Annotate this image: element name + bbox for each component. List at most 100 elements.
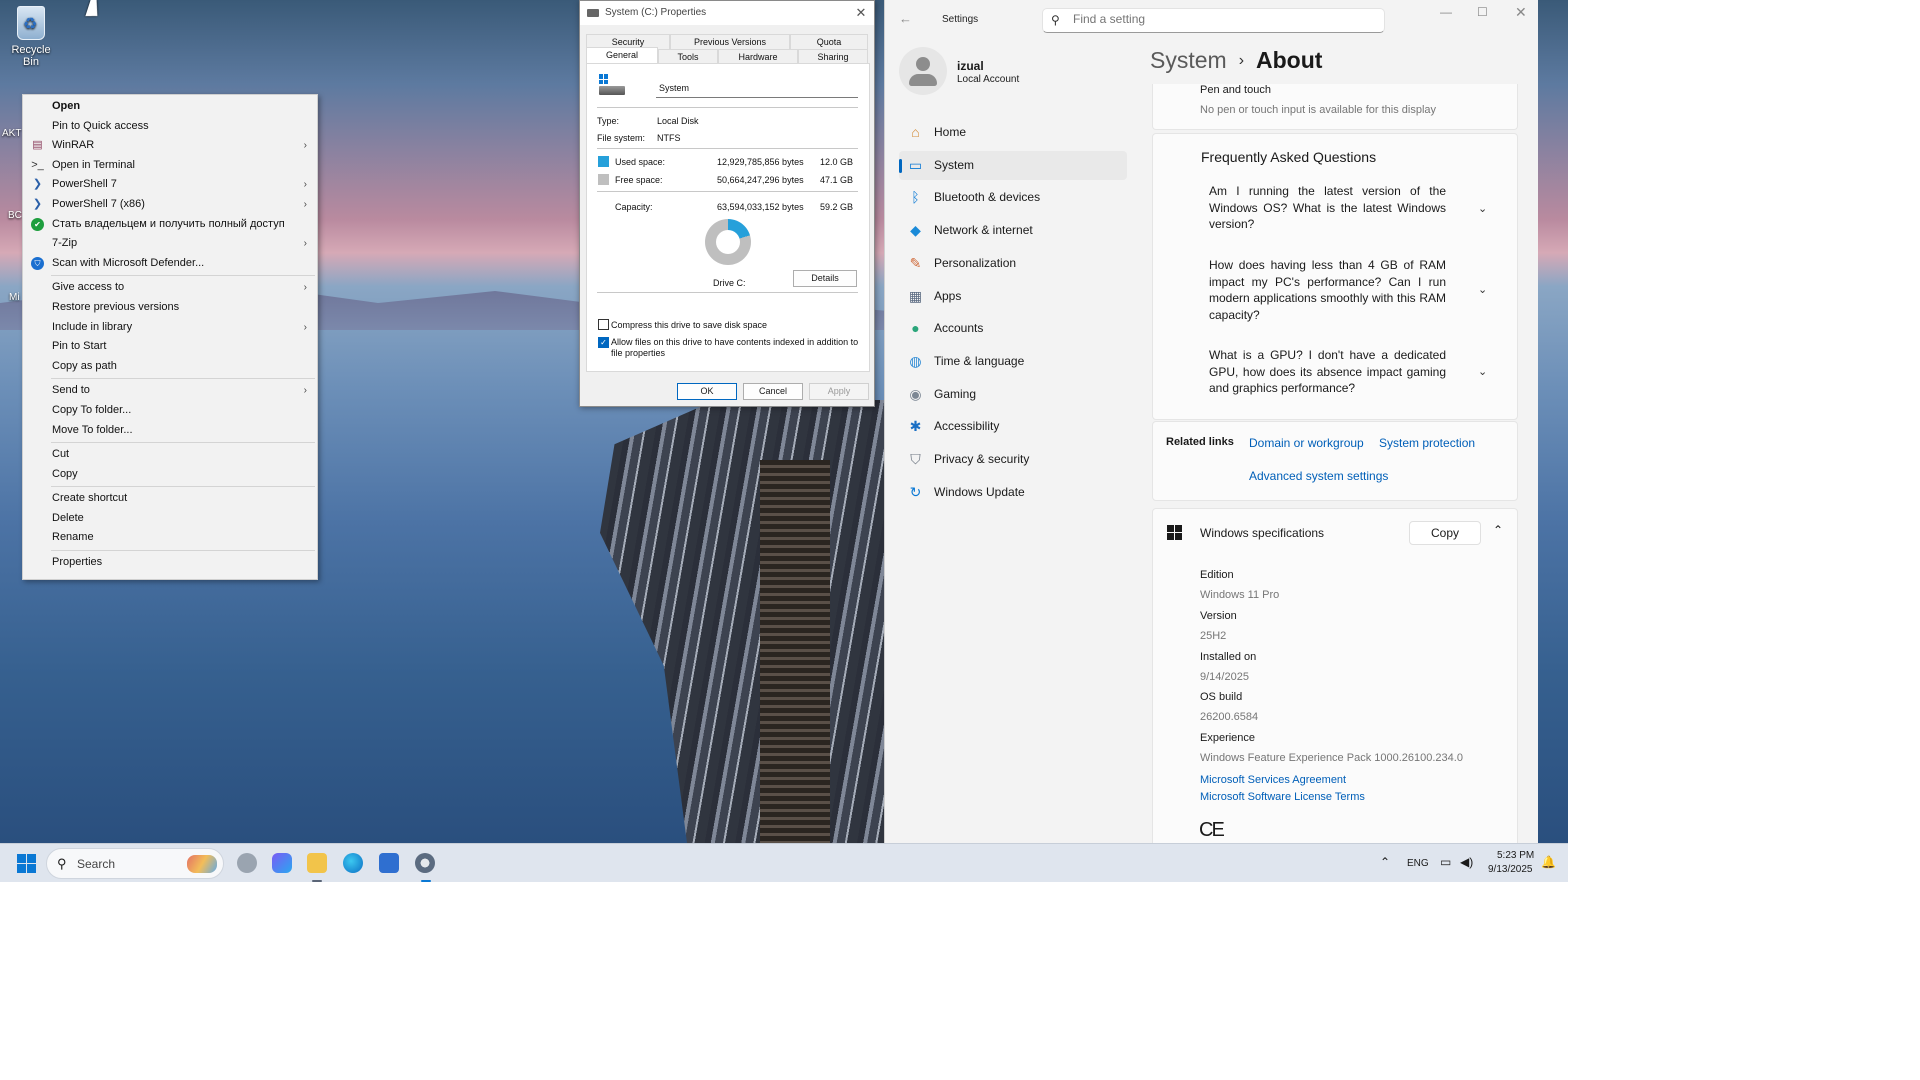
tab-hardware[interactable]: Hardware [718,49,798,64]
cancel-button[interactable]: Cancel [743,383,803,400]
volume-icon[interactable]: ◀) [1460,855,1473,869]
faq-question-1[interactable]: Am I running the latest version of the W… [1209,183,1446,233]
tab-tools[interactable]: Tools [658,49,718,64]
context-menu-item[interactable]: Delete [23,509,317,529]
language-indicator[interactable]: ENG [1407,858,1429,869]
context-menu-item[interactable]: Properties [23,553,317,573]
desktop-partial-label-2[interactable]: BC [8,210,22,221]
context-menu-item[interactable]: Send to › [23,381,317,401]
widgets-icon[interactable] [272,853,292,873]
store-icon[interactable] [379,853,399,873]
nav-item[interactable]: ⌂ Home [899,118,1127,147]
tab-quota[interactable]: Quota [790,34,868,49]
index-checkbox[interactable]: ✓ [598,337,609,348]
tab-general[interactable]: General [586,47,658,64]
nav-item[interactable]: ᛒ Bluetooth & devices [899,183,1127,212]
notification-bell-icon[interactable]: 🔔 [1541,855,1556,869]
faq-question-3[interactable]: What is a GPU? I don't have a dedicated … [1209,347,1446,397]
drive-name-field[interactable] [656,79,858,98]
context-menu-item-label: Pin to Start [52,340,107,353]
capacity-label: Capacity: [615,202,653,212]
copy-button[interactable]: Copy [1409,521,1481,545]
compress-checkbox[interactable] [598,319,609,330]
context-menu-item[interactable]: Copy [23,465,317,485]
close-window-icon[interactable]: ✕ [1515,4,1527,21]
nav-item-label: Gaming [934,386,977,401]
clock-time[interactable]: 5:23 PM [1497,850,1534,861]
network-icon[interactable]: ▭ [1440,855,1451,869]
link-system-protection[interactable]: System protection [1379,436,1475,450]
context-menu-item[interactable]: ✔ Стать владельцем и получить полный дост… [23,215,317,235]
avatar[interactable] [899,47,947,95]
chevron-up-icon[interactable]: ⌃ [1493,523,1503,537]
context-menu-item[interactable]: Pin to Quick access [23,117,317,137]
context-menu-item[interactable]: Include in library › [23,318,317,338]
context-menu-item[interactable]: ⛉ Scan with Microsoft Defender... [23,254,317,274]
faq-question-2[interactable]: How does having less than 4 GB of RAM im… [1209,257,1446,323]
tab-sharing[interactable]: Sharing [798,49,868,64]
link-advanced-system-settings[interactable]: Advanced system settings [1249,469,1388,483]
close-icon[interactable]: ✕ [848,1,874,25]
link-domain-workgroup[interactable]: Domain or workgroup [1249,436,1364,450]
desktop-partial-label-3[interactable]: Mi [9,292,20,303]
copilot-icon[interactable] [237,853,257,873]
dialog-title-bar[interactable]: System (C:) Properties ✕ [580,1,874,25]
context-menu-item[interactable]: Move To folder... [23,421,317,441]
nav-item[interactable]: ▦ Apps [899,282,1127,311]
nav-item-label: Accounts [934,321,984,336]
nav-item[interactable]: ◉ Gaming [899,380,1127,409]
context-menu-item[interactable]: Cut [23,445,317,465]
context-menu-item[interactable]: ❯ PowerShell 7 (x86) › [23,195,317,215]
nav-item[interactable]: ✱ Accessibility [899,412,1127,441]
recycle-bin-desktop-icon[interactable]: Recycle Bin [2,6,60,68]
context-menu-item[interactable]: 7-Zip › [23,234,317,254]
minimize-icon[interactable]: — [1440,5,1452,19]
user-account-type: Local Account [957,74,1020,85]
chevron-down-icon[interactable]: ⌄ [1478,365,1487,378]
settings-search-input[interactable] [1073,12,1373,26]
context-menu-item[interactable]: Copy To folder... [23,401,317,421]
link-license-terms[interactable]: Microsoft Software License Terms [1200,791,1365,803]
apply-button[interactable]: Apply [809,383,869,400]
start-button-windows-icon[interactable] [17,854,36,873]
back-arrow-icon[interactable]: ← [899,11,912,26]
nav-item[interactable]: ▭ System [899,150,1127,180]
link-services-agreement[interactable]: Microsoft Services Agreement [1200,774,1346,786]
context-menu-item[interactable]: ❯ PowerShell 7 › [23,175,317,195]
taskbar-search-box[interactable]: ⚲ Search [46,848,224,879]
context-menu-item[interactable]: Pin to Start [23,337,317,357]
used-color-swatch [598,156,609,167]
clock-date[interactable]: 9/13/2025 [1488,864,1533,875]
breadcrumb-parent[interactable]: System [1150,47,1227,73]
chevron-down-icon[interactable]: ⌄ [1478,202,1487,215]
file-explorer-icon[interactable] [307,853,327,873]
ok-button[interactable]: OK [677,383,737,400]
context-menu-item[interactable]: ▤ WinRAR › [23,136,317,156]
context-menu-item[interactable]: Restore previous versions [23,298,317,318]
context-menu-item-label: Scan with Microsoft Defender... [52,256,205,269]
context-menu-item[interactable]: Give access to › [23,278,317,298]
tab-previous-versions[interactable]: Previous Versions [670,34,790,49]
nav-item[interactable]: ↻ Windows Update [899,478,1127,507]
edge-browser-icon[interactable] [343,853,363,873]
settings-app-title: Settings [942,14,979,25]
nav-item[interactable]: ✎ Personalization [899,249,1127,278]
nav-item[interactable]: ⛉ Privacy & security [899,445,1127,474]
context-menu-item[interactable]: Rename [23,528,317,548]
chevron-down-icon[interactable]: ⌄ [1478,283,1487,296]
spec-value: Windows 11 Pro [1200,589,1280,601]
nav-item[interactable]: ◆ Network & internet [899,216,1127,245]
context-menu-item[interactable]: Create shortcut [23,489,317,509]
chevron-up-icon[interactable]: ⌃ [1380,855,1390,869]
context-menu-item[interactable]: Open [23,97,317,117]
settings-search-box[interactable]: ⚲ [1042,8,1385,33]
desktop-partial-label-1[interactable]: AKT [2,128,21,139]
settings-gear-icon[interactable] [415,853,435,873]
nav-item-label: Time & language [934,353,1025,368]
nav-item[interactable]: ● Accounts [899,314,1127,343]
context-menu-item[interactable]: >_ Open in Terminal [23,156,317,176]
nav-item[interactable]: ◍ Time & language [899,347,1127,376]
context-menu-item[interactable]: Copy as path [23,357,317,377]
details-button[interactable]: Details [793,270,857,287]
maximize-icon[interactable]: ☐ [1477,5,1488,19]
